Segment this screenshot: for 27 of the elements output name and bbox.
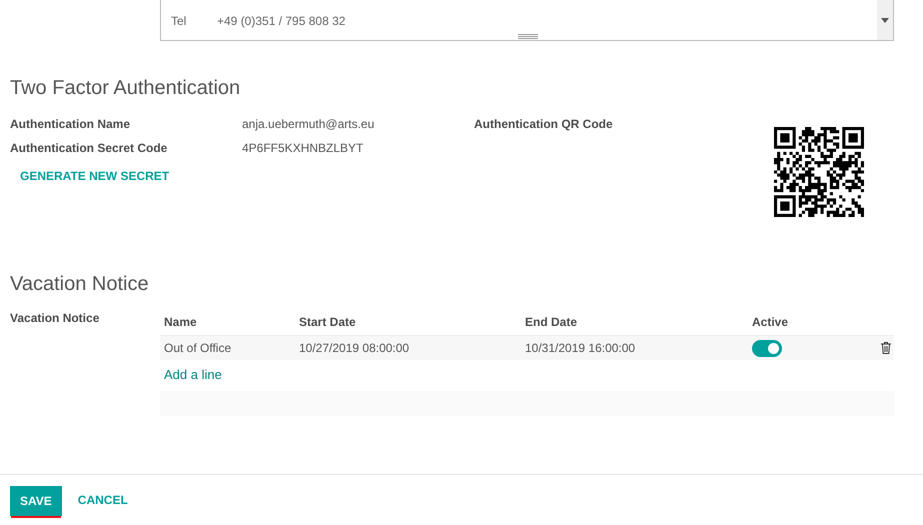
column-header: End Date (525, 314, 578, 331)
field-value: 4P6FF5KXHNBZLBYT (242, 140, 364, 157)
save-button[interactable]: SAVE (10, 486, 62, 516)
table-cell-text: 10/27/2019 08:00:00 (299, 340, 410, 357)
field-label: Authentication QR Code (474, 116, 614, 133)
generate-secret-button[interactable]: GENERATE NEW SECRET (20, 167, 170, 185)
address-textarea[interactable]: Tel +49 (0)351 / 795 808 32 (160, 0, 894, 41)
field-label: Authentication Secret Code (10, 140, 168, 157)
field-value: anja.uebermuth@arts.eu (242, 116, 374, 133)
line-value: +49 (0)351 / 795 808 32 (217, 13, 346, 30)
add-line-link[interactable]: Add a line (164, 365, 222, 384)
field-label: Vacation Notice (10, 310, 100, 327)
field-label: Authentication Name (10, 116, 132, 133)
caret-down-icon (881, 18, 889, 22)
column-header: Active (752, 314, 790, 331)
table-cell-text: Out of Office (163, 340, 232, 357)
cancel-button[interactable]: CANCEL (78, 491, 128, 509)
line-label: Tel (171, 13, 188, 30)
section-heading: Vacation Notice (10, 272, 150, 297)
scrollbar[interactable] (877, 0, 893, 40)
resize-handle-icon[interactable] (518, 34, 538, 39)
toggle-switch[interactable] (752, 340, 782, 356)
section-heading: Two Factor Authentication (10, 76, 242, 101)
column-header: Name (163, 314, 198, 331)
column-header: Start Date (299, 314, 357, 331)
trash-icon[interactable] (881, 342, 891, 354)
table-cell-text: 10/31/2019 16:00:00 (525, 340, 636, 357)
